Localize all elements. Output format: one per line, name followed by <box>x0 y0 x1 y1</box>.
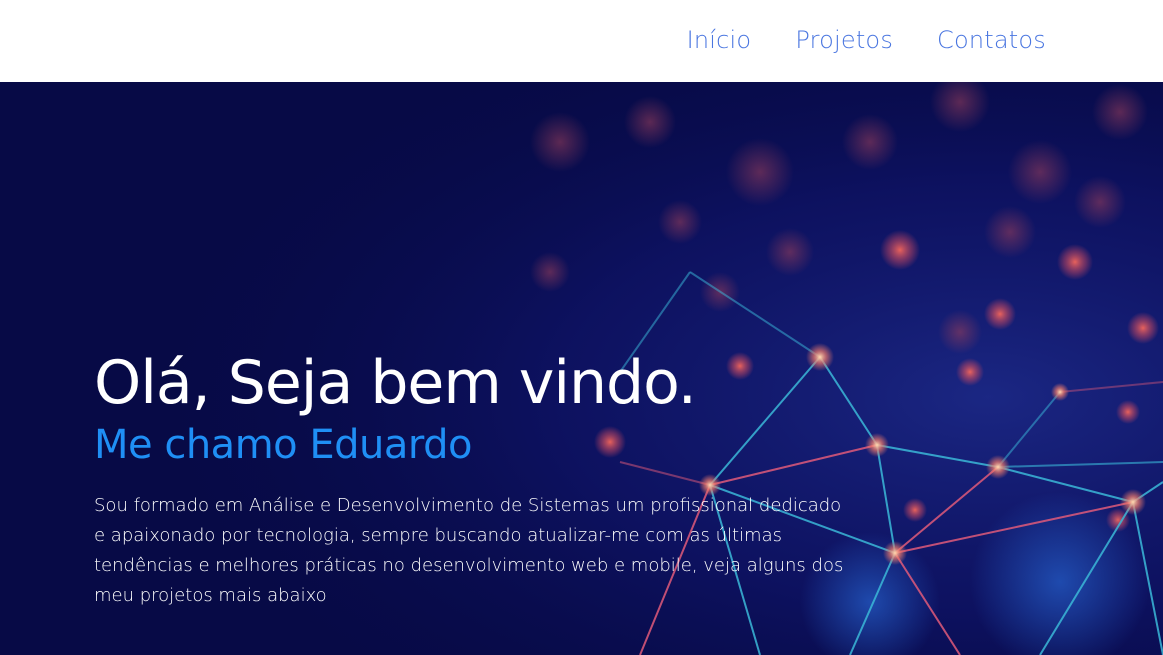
nav-link-inicio[interactable]: Início <box>687 24 752 56</box>
nav-link-contatos[interactable]: Contatos <box>937 24 1046 56</box>
nav-link-projetos[interactable]: Projetos <box>795 24 893 56</box>
top-navigation-bar: Início Projetos Contatos <box>0 0 1163 82</box>
hero-subtitle: Me chamo Eduardo <box>94 422 472 468</box>
hero-description: Sou formado em Análise e Desenvolvimento… <box>94 495 844 606</box>
hero-content: Olá, Seja bem vindo. Me chamo Eduardo So… <box>94 347 854 611</box>
main-nav: Início Projetos Contatos <box>687 24 1046 56</box>
hero-section: Olá, Seja bem vindo. Me chamo Eduardo So… <box>0 82 1163 655</box>
hero-title: Olá, Seja bem vindo. <box>94 348 697 418</box>
